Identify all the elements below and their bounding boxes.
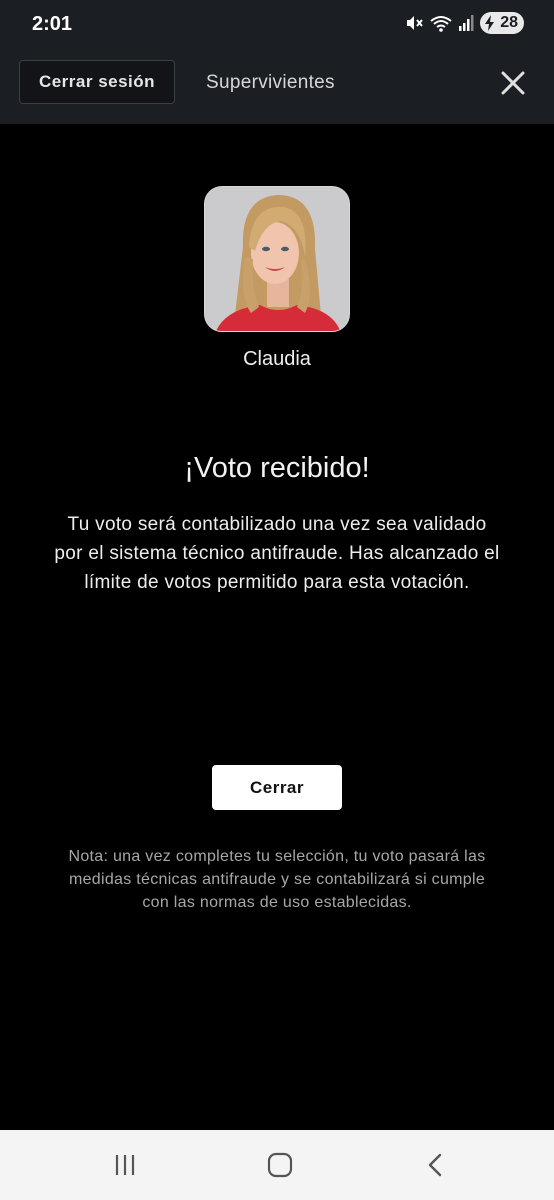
app-header: Cerrar sesión Supervivientes	[0, 42, 554, 124]
confirmation-title: ¡Voto recibido!	[184, 452, 370, 484]
battery-level: 28	[500, 14, 518, 31]
battery-charging-icon	[485, 15, 495, 31]
system-nav-bar	[0, 1130, 554, 1200]
contestant-photo	[205, 187, 349, 331]
mute-icon	[404, 13, 424, 33]
contestant-avatar	[204, 186, 350, 332]
home-icon[interactable]	[266, 1152, 294, 1178]
status-bar: 2:01 28	[0, 0, 554, 42]
wifi-icon	[430, 13, 452, 33]
contestant-name: Claudia	[243, 348, 311, 370]
page-title: Supervivientes	[206, 72, 335, 93]
signal-icon	[458, 14, 474, 32]
close-button[interactable]: Cerrar	[212, 765, 342, 810]
antifraud-note: Nota: una vez completes tu selección, tu…	[68, 848, 486, 911]
status-time: 2:01	[32, 13, 73, 35]
battery-indicator: 28	[480, 12, 524, 34]
recent-apps-icon[interactable]	[112, 1152, 138, 1178]
close-icon[interactable]	[499, 69, 527, 97]
logout-button[interactable]: Cerrar sesión	[19, 60, 175, 104]
confirmation-message: Tu voto será contabilizado una vez sea v…	[54, 514, 500, 593]
back-icon[interactable]	[424, 1152, 446, 1178]
status-icons: 28	[404, 12, 524, 34]
